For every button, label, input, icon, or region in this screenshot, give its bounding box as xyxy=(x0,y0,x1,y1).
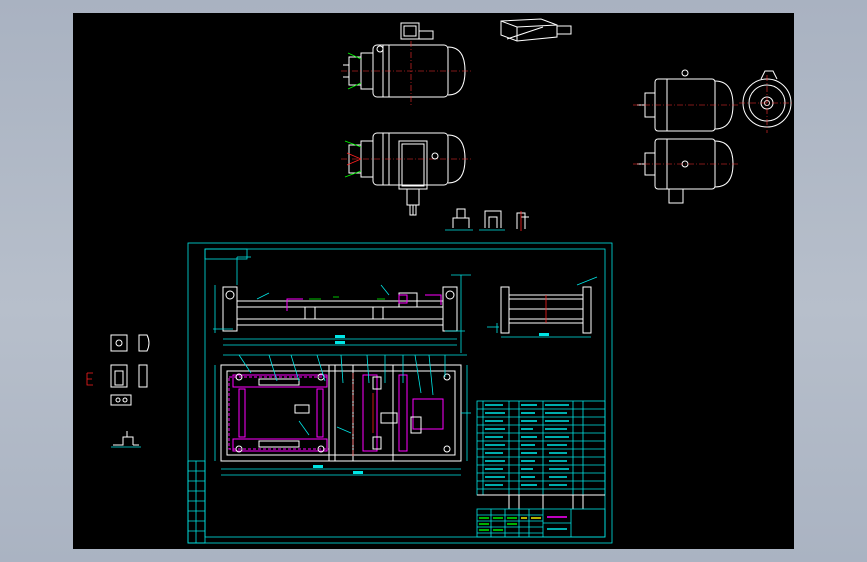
frame-top-view xyxy=(214,354,471,476)
cad-drawing xyxy=(86,18,793,544)
motor-top-view xyxy=(341,22,471,105)
parts-list-table xyxy=(476,400,606,509)
title-block xyxy=(476,508,606,538)
profile-sections xyxy=(445,208,529,231)
motor-side-view xyxy=(633,69,793,204)
motor-front-view xyxy=(341,132,471,216)
drawing-sheet xyxy=(187,242,613,544)
frame-front-view xyxy=(213,256,471,353)
revision-strip xyxy=(187,460,206,544)
coupling-isometric xyxy=(500,18,572,42)
frame-side-view xyxy=(487,276,598,338)
part-details xyxy=(86,334,150,448)
cad-model-space[interactable] xyxy=(73,13,794,549)
